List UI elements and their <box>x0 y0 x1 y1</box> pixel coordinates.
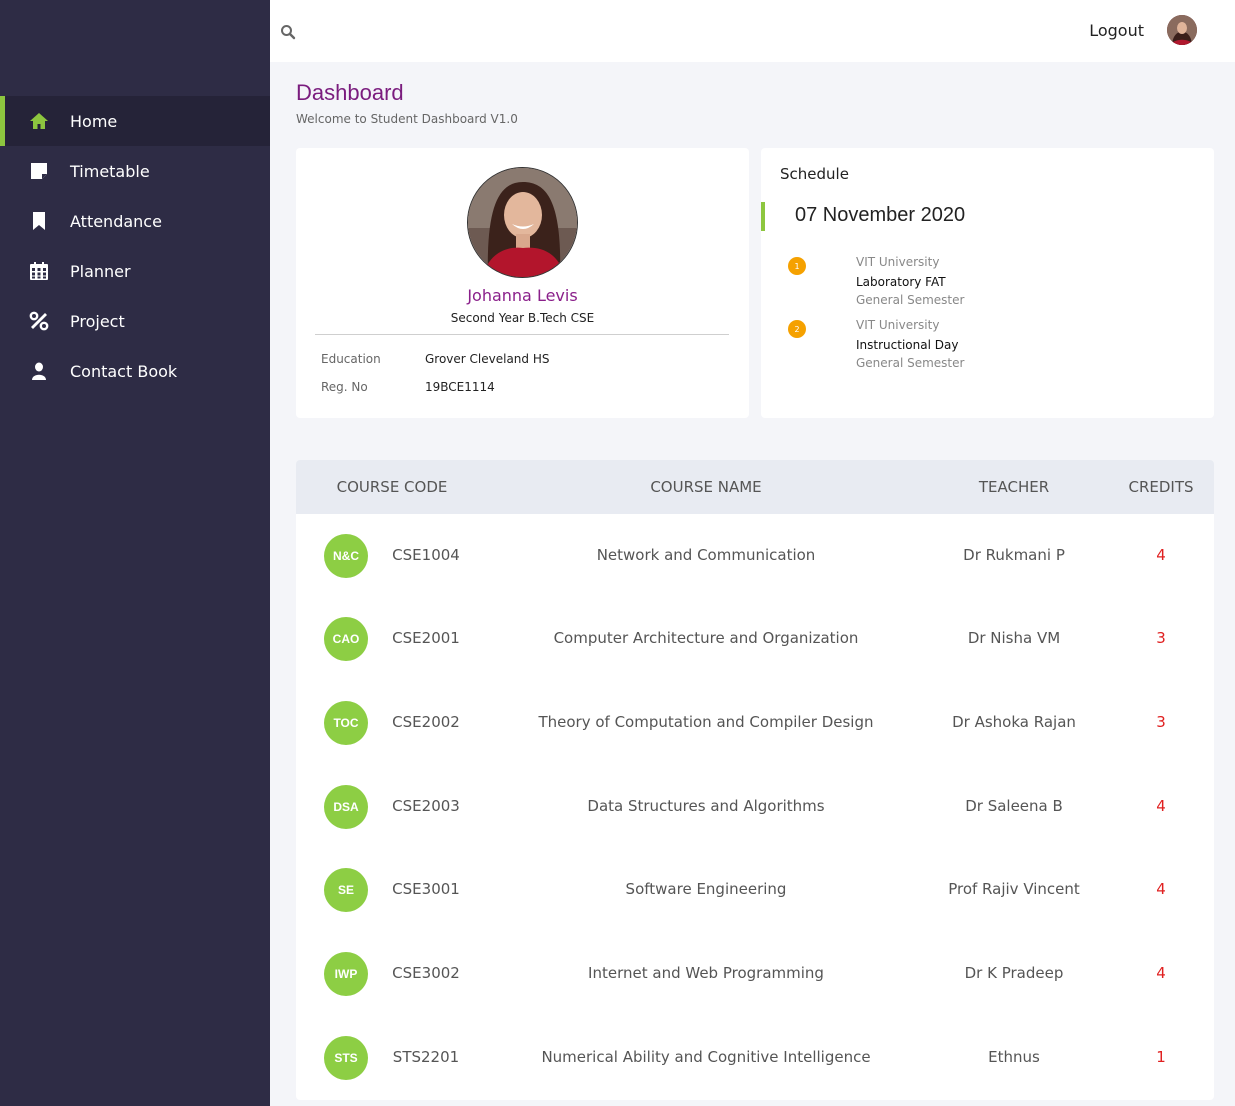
schedule-item-org: VIT University <box>856 255 940 269</box>
course-teacher: Dr Ashoka Rajan <box>952 713 1076 731</box>
schedule-title: Schedule <box>780 165 849 183</box>
course-code: CSE2001 <box>392 629 460 647</box>
course-code: CSE2003 <box>392 797 460 815</box>
avatar[interactable] <box>1167 15 1197 45</box>
course-name: Theory of Computation and Compiler Desig… <box>538 713 874 731</box>
course-code: CSE2002 <box>392 713 460 731</box>
bookmark-icon <box>28 210 50 232</box>
column-header-credits: CREDITS <box>1128 478 1194 496</box>
course-name: Numerical Ability and Cognitive Intellig… <box>541 1048 871 1066</box>
divider <box>315 334 729 335</box>
course-name: Network and Communication <box>596 546 816 564</box>
course-teacher: Ethnus <box>988 1048 1040 1066</box>
schedule-item-number: 1 <box>788 257 806 275</box>
course-badge: CAO <box>324 617 368 661</box>
education-label: Education <box>321 352 381 366</box>
calendar-icon <box>28 260 50 282</box>
course-badge: IWP <box>324 952 368 996</box>
course-badge: TOC <box>324 701 368 745</box>
course-credits: 4 <box>1156 546 1166 564</box>
logout-button[interactable]: Logout <box>1089 21 1144 40</box>
course-badge: DSA <box>324 785 368 829</box>
sidebar-nav: Home Timetable Attendance Planner Projec… <box>0 96 270 396</box>
column-header-course-code: COURSE CODE <box>336 478 448 496</box>
sidebar-item-label: Home <box>70 111 118 131</box>
schedule-date: 07 November 2020 <box>795 204 966 226</box>
date-accent-bar <box>761 202 765 231</box>
schedule-card: Schedule 07 November 2020 1 VIT Universi… <box>761 148 1214 418</box>
sidebar-item-label: Attendance <box>70 211 162 231</box>
course-teacher: Dr K Pradeep <box>964 964 1064 982</box>
course-credits: 3 <box>1156 713 1166 731</box>
sidebar-item-project[interactable]: Project <box>0 296 270 346</box>
table-row[interactable]: STS STS2201 Numerical Ability and Cognit… <box>296 1016 1214 1100</box>
profile-name: Johanna Levis <box>467 286 578 305</box>
education-value: Grover Cleveland HS <box>425 352 550 366</box>
note-icon <box>28 160 50 182</box>
sidebar-item-label: Planner <box>70 261 131 281</box>
course-code: STS2201 <box>392 1048 460 1066</box>
sidebar-item-planner[interactable]: Planner <box>0 246 270 296</box>
course-name: Data Structures and Algorithms <box>587 797 825 815</box>
course-teacher: Dr Saleena B <box>965 797 1063 815</box>
percent-icon <box>28 310 50 332</box>
course-name: Computer Architecture and Organization <box>553 629 859 647</box>
course-name: Internet and Web Programming <box>588 964 824 982</box>
sidebar-item-attendance[interactable]: Attendance <box>0 196 270 246</box>
reg-no-label: Reg. No <box>321 380 368 394</box>
profile-card: Johanna Levis Second Year B.Tech CSE Edu… <box>296 148 749 418</box>
home-icon <box>28 110 50 132</box>
course-badge: STS <box>324 1036 368 1080</box>
topbar: Logout <box>270 0 1235 62</box>
page-title: Dashboard <box>296 80 404 105</box>
course-credits: 4 <box>1156 964 1166 982</box>
profile-year: Second Year B.Tech CSE <box>450 311 595 325</box>
course-credits: 1 <box>1156 1048 1166 1066</box>
course-teacher: Prof Rajiv Vincent <box>948 880 1080 898</box>
course-credits: 3 <box>1156 629 1166 647</box>
schedule-item-event: Laboratory FAT <box>856 275 946 289</box>
sidebar-item-label: Project <box>70 311 125 331</box>
sidebar-item-home[interactable]: Home <box>0 96 270 146</box>
profile-photo <box>467 167 578 278</box>
column-header-teacher: TEACHER <box>978 478 1050 496</box>
course-credits: 4 <box>1156 880 1166 898</box>
table-row[interactable]: SE CSE3001 Software Engineering Prof Raj… <box>296 848 1214 932</box>
reg-no-value: 19BCE1114 <box>425 380 495 394</box>
schedule-item-term: General Semester <box>856 293 965 307</box>
course-badge: SE <box>324 868 368 912</box>
table-row[interactable]: IWP CSE3002 Internet and Web Programming… <box>296 932 1214 1016</box>
schedule-item-term: General Semester <box>856 356 965 370</box>
table-row[interactable]: N&C CSE1004 Network and Communication Dr… <box>296 514 1214 598</box>
table-row[interactable]: TOC CSE2002 Theory of Computation and Co… <box>296 681 1214 765</box>
course-teacher: Dr Rukmani P <box>963 546 1065 564</box>
sidebar-item-label: Timetable <box>70 161 150 181</box>
course-code: CSE1004 <box>392 546 460 564</box>
table-row[interactable]: CAO CSE2001 Computer Architecture and Or… <box>296 597 1214 681</box>
course-code: CSE3001 <box>392 880 460 898</box>
schedule-item-org: VIT University <box>856 318 940 332</box>
course-credits: 4 <box>1156 797 1166 815</box>
course-teacher: Dr Nisha VM <box>967 629 1061 647</box>
page-subtitle: Welcome to Student Dashboard V1.0 <box>296 112 518 126</box>
sidebar-item-label: Contact Book <box>70 361 178 381</box>
column-header-course-name: COURSE NAME <box>650 478 762 496</box>
course-table: COURSE CODE COURSE NAME TEACHER CREDITS … <box>296 460 1214 1100</box>
user-icon <box>28 360 50 382</box>
sidebar-item-contact-book[interactable]: Contact Book <box>0 346 270 396</box>
search-icon[interactable] <box>280 24 296 40</box>
table-row[interactable]: DSA CSE2003 Data Structures and Algorith… <box>296 765 1214 849</box>
course-code: CSE3002 <box>392 964 460 982</box>
sidebar: Home Timetable Attendance Planner Projec… <box>0 0 270 1106</box>
course-badge: N&C <box>324 534 368 578</box>
sidebar-item-timetable[interactable]: Timetable <box>0 146 270 196</box>
table-header: COURSE CODE COURSE NAME TEACHER CREDITS <box>296 460 1214 514</box>
schedule-item-number: 2 <box>788 320 806 338</box>
schedule-item-event: Instructional Day <box>856 338 959 352</box>
course-name: Software Engineering <box>625 880 787 898</box>
